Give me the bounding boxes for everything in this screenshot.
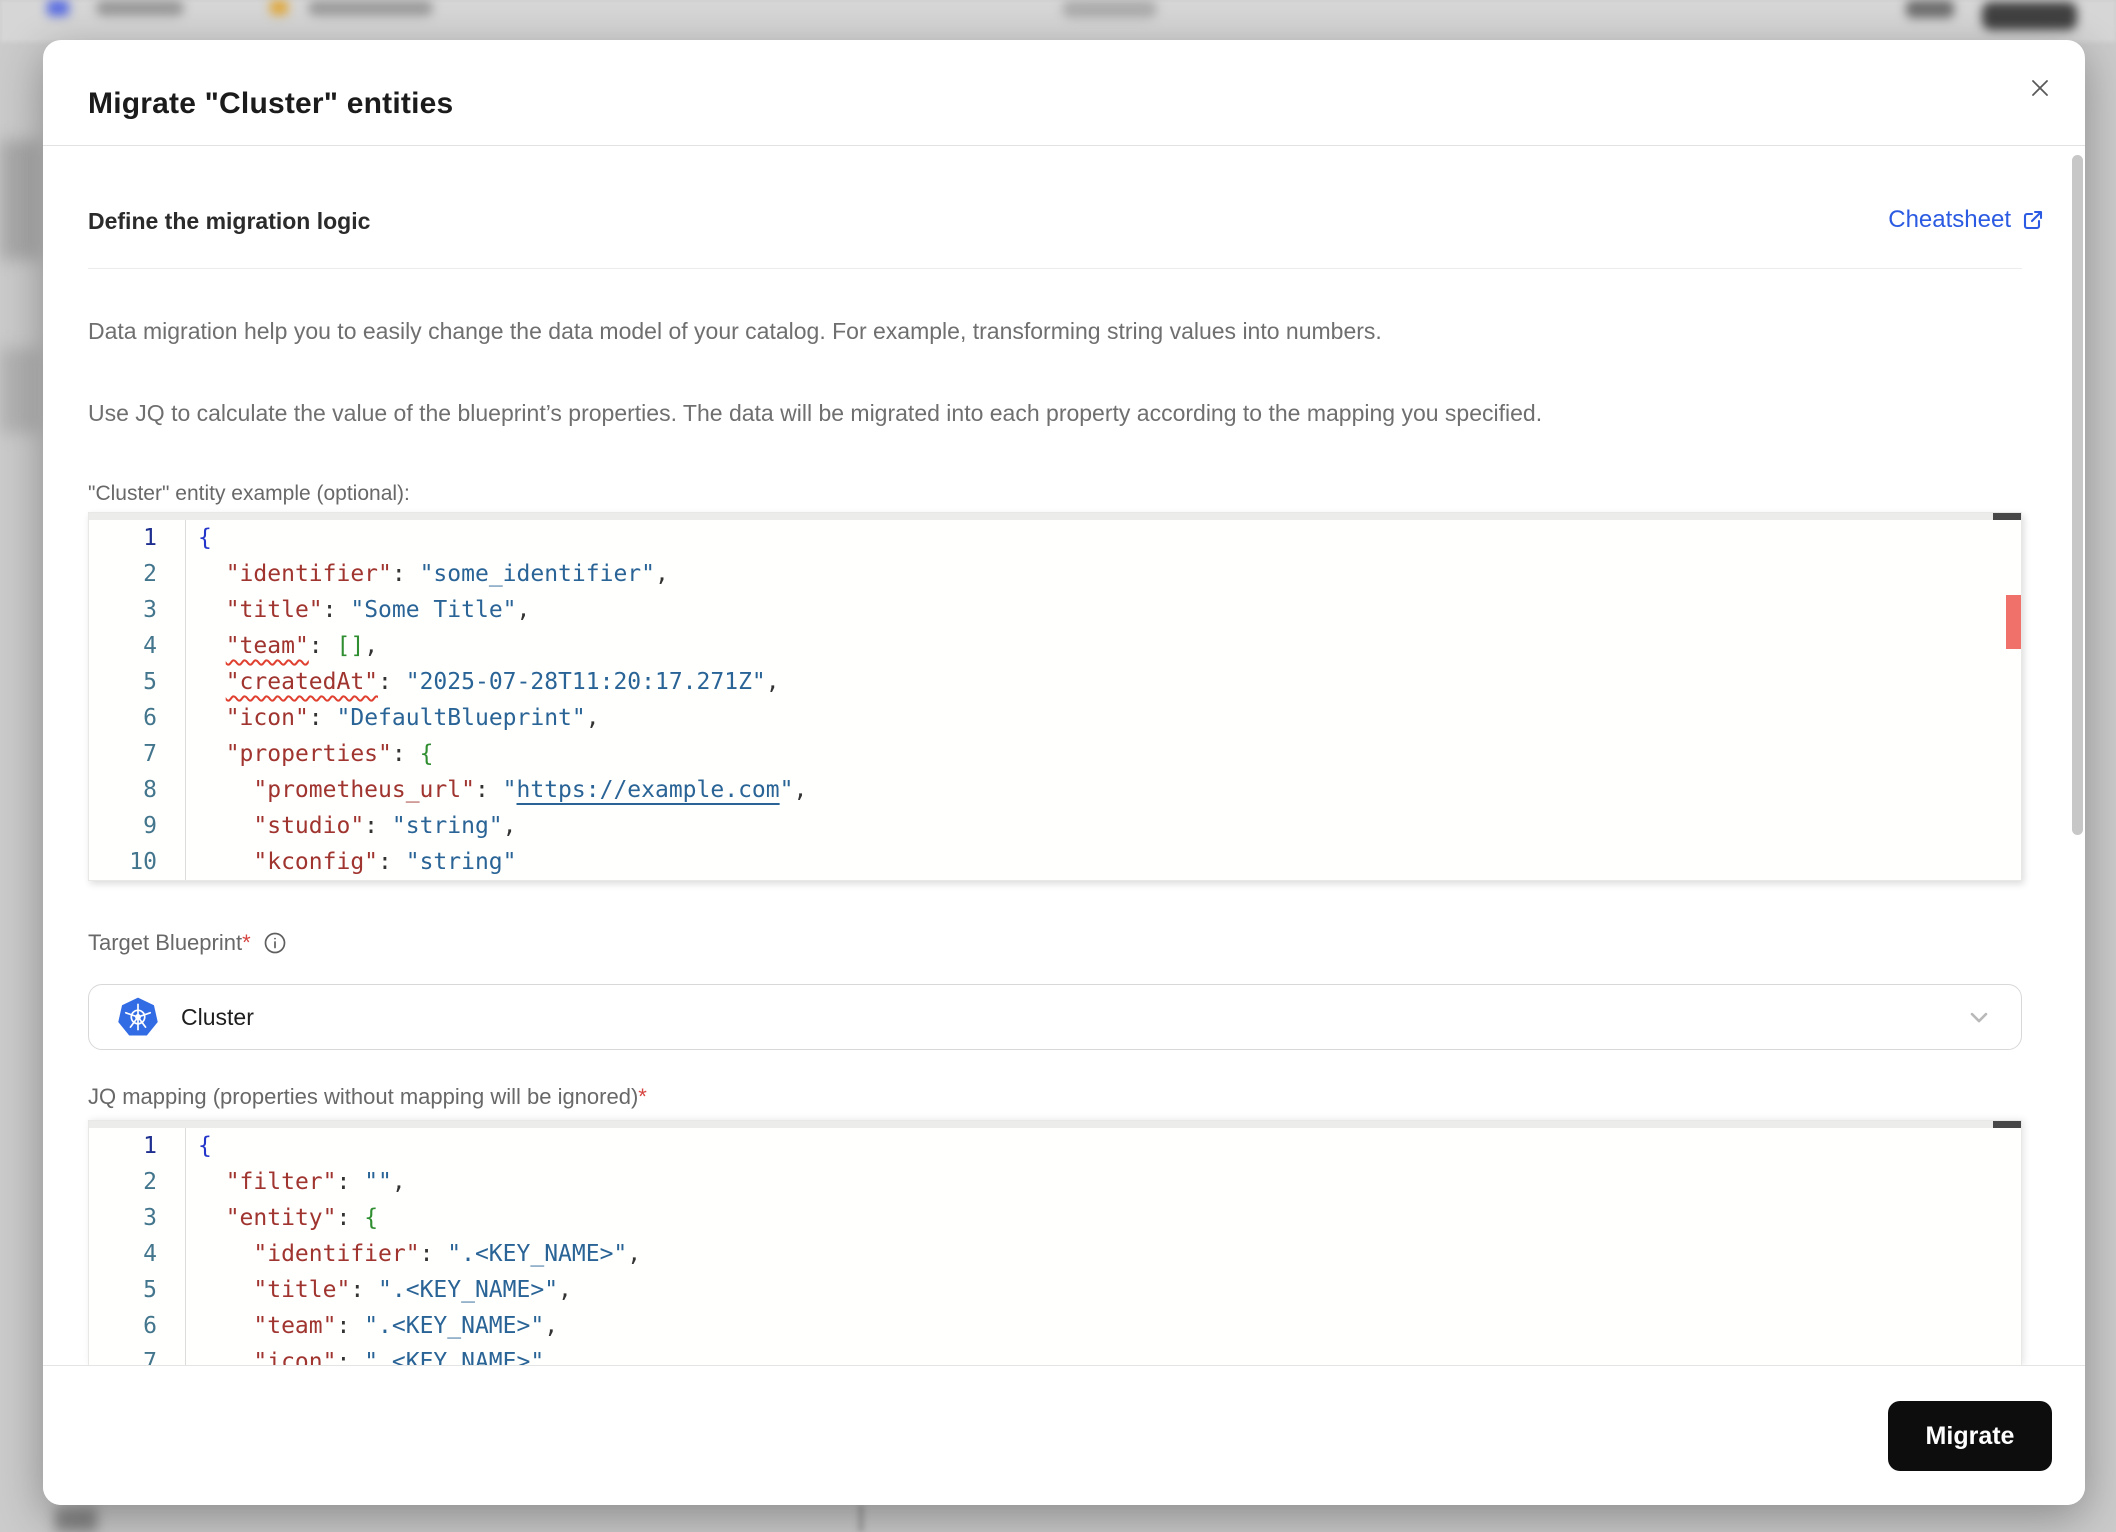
editor-lines: 1{2 "identifier": "some_identifier", 3 "t… — [89, 520, 2021, 880]
cheatsheet-link[interactable]: Cheatsheet — [1888, 206, 2045, 234]
entity-example-code-editor[interactable]: 1{2 "identifier": "some_identifier", 3 "t… — [88, 512, 2022, 881]
background-text-blob — [308, 0, 433, 16]
editor-scrollbar-thumb[interactable] — [1993, 1121, 2021, 1128]
editor-scrollbar-thumb[interactable] — [1993, 513, 2021, 520]
example-editor-label: "Cluster" entity example (optional): — [88, 482, 410, 505]
jq-mapping-label: JQ mapping (properties without mapping w… — [88, 1084, 647, 1110]
required-asterisk: * — [242, 930, 251, 955]
jq-mapping-code-editor[interactable]: 1{2 "filter": "", 3 "entity": {4 "identif… — [88, 1120, 2022, 1365]
background-smudge — [55, 1508, 97, 1532]
target-blueprint-value: Cluster — [181, 1003, 254, 1030]
header-divider — [43, 145, 2085, 146]
background-dark-blob — [1906, 0, 1954, 18]
section-divider — [88, 268, 2022, 269]
background-search-blob — [1062, 0, 1157, 18]
chevron-down-icon — [1970, 1012, 1988, 1023]
background-sidebar-block — [0, 348, 40, 433]
background-dark-blob — [1982, 2, 2077, 30]
target-blueprint-select[interactable]: Cluster — [88, 984, 2022, 1050]
editor-top-strip — [89, 1121, 2021, 1128]
background-sidebar-block — [0, 140, 40, 260]
cheatsheet-link-label: Cheatsheet — [1888, 206, 2011, 233]
background-yellow-icon — [270, 0, 288, 15]
migrate-entities-modal: Migrate "Cluster" entities Define the mi… — [43, 40, 2085, 1505]
section-heading: Define the migration logic — [88, 208, 371, 234]
background-blue-icon — [47, 0, 69, 16]
modal-body-scrollbar[interactable] — [2072, 155, 2083, 835]
background-text-blob — [96, 0, 184, 16]
kubernetes-icon — [118, 997, 158, 1036]
close-button[interactable] — [2018, 66, 2062, 110]
target-blueprint-label: Target Blueprint* — [88, 930, 287, 956]
jq-mapping-label-text: JQ mapping (properties without mapping w… — [88, 1084, 639, 1109]
info-icon[interactable] — [263, 931, 287, 955]
modal-title: Migrate "Cluster" entities — [88, 87, 454, 120]
external-link-icon — [2023, 210, 2043, 230]
description-paragraph-2: Use JQ to calculate the value of the blu… — [88, 400, 1543, 426]
close-icon — [2032, 80, 2048, 96]
description-paragraph-1: Data migration help you to easily change… — [88, 318, 1382, 344]
migrate-button[interactable]: Migrate — [1888, 1401, 2052, 1471]
editor-error-marker — [2006, 595, 2021, 649]
editor-lines: 1{2 "filter": "", 3 "entity": {4 "identif… — [89, 1128, 2021, 1365]
modal-footer: Migrate — [43, 1365, 2085, 1505]
required-asterisk: * — [638, 1084, 647, 1109]
target-blueprint-label-text: Target Blueprint — [88, 930, 243, 955]
background-line — [858, 1505, 864, 1532]
editor-top-strip — [89, 513, 2021, 520]
